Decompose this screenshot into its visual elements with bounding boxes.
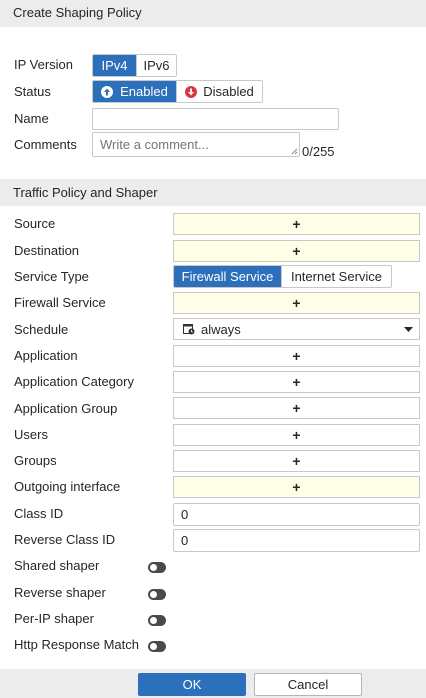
firewall-service-option[interactable]: Firewall Service [174, 266, 281, 287]
schedule-select[interactable]: always [173, 318, 420, 340]
users-label: Users [14, 427, 48, 442]
firewall-service-picker[interactable]: + [173, 292, 420, 314]
groups-label: Groups [14, 453, 57, 468]
service-type-label: Service Type [14, 269, 89, 284]
name-field[interactable] [92, 108, 339, 130]
ipv6-option[interactable]: IPv6 [136, 55, 176, 76]
status-toggle: Enabled Disabled [92, 80, 263, 103]
application-category-label: Application Category [14, 374, 134, 389]
http-response-match-toggle[interactable] [148, 641, 166, 652]
service-type-toggle: Firewall Service Internet Service [173, 265, 392, 288]
application-label: Application [14, 348, 78, 363]
source-label: Source [14, 216, 56, 231]
plus-icon: + [292, 453, 301, 469]
cancel-button[interactable]: Cancel [254, 673, 362, 696]
plus-icon: + [292, 216, 301, 232]
reverse-shaper-label: Reverse shaper [14, 585, 106, 600]
schedule-value: always [201, 321, 241, 337]
application-picker[interactable]: + [173, 345, 420, 367]
destination-label: Destination [14, 243, 80, 258]
plus-icon: + [292, 374, 301, 390]
caret-down-icon [404, 327, 413, 332]
shared-shaper-label: Shared shaper [14, 558, 100, 573]
enabled-label: Enabled [120, 84, 168, 99]
shared-shaper-toggle[interactable] [148, 562, 166, 573]
toggle-knob [150, 591, 157, 598]
disabled-label: Disabled [203, 84, 254, 99]
comment-counter: 0/255 [302, 144, 335, 159]
reverse-class-id-label: Reverse Class ID [14, 532, 116, 547]
groups-picker[interactable]: + [173, 450, 420, 472]
internet-service-option[interactable]: Internet Service [281, 266, 391, 287]
plus-icon: + [292, 348, 301, 364]
firewall-service-label: Firewall Service [14, 295, 106, 310]
ok-button[interactable]: OK [138, 673, 246, 696]
name-label: Name [14, 111, 49, 126]
comments-input[interactable] [93, 133, 299, 156]
plus-icon: + [292, 400, 301, 416]
application-group-label: Application Group [14, 401, 118, 416]
reverse-class-id-input[interactable] [174, 530, 419, 551]
destination-picker[interactable]: + [173, 240, 420, 262]
comments-field[interactable] [92, 132, 300, 157]
plus-icon: + [292, 243, 301, 259]
class-id-field[interactable] [173, 503, 420, 526]
outgoing-interface-label: Outgoing interface [14, 479, 121, 494]
name-input[interactable] [93, 109, 338, 129]
arrow-down-circle-icon [185, 85, 198, 98]
toggle-knob [150, 643, 157, 650]
ip-version-toggle: IPv4 IPv6 [92, 54, 177, 77]
traffic-section-title: Traffic Policy and Shaper [0, 179, 426, 206]
plus-icon: + [292, 427, 301, 443]
resize-handle-icon[interactable] [291, 148, 298, 155]
toggle-knob [150, 564, 157, 571]
page-title: Create Shaping Policy [0, 0, 426, 27]
schedule-label: Schedule [14, 322, 69, 337]
comments-label: Comments [14, 137, 77, 152]
users-picker[interactable]: + [173, 424, 420, 446]
status-label: Status [14, 84, 51, 99]
reverse-class-id-field[interactable] [173, 529, 420, 552]
calendar-clock-icon [183, 324, 195, 335]
per-ip-shaper-toggle[interactable] [148, 615, 166, 626]
enabled-option[interactable]: Enabled [93, 81, 176, 102]
reverse-shaper-toggle[interactable] [148, 589, 166, 600]
outgoing-interface-picker[interactable]: + [173, 476, 420, 498]
arrow-up-circle-icon [101, 85, 114, 98]
ipv4-option[interactable]: IPv4 [93, 55, 136, 76]
class-id-input[interactable] [174, 504, 419, 525]
source-picker[interactable]: + [173, 213, 420, 235]
http-response-match-label: Http Response Match [14, 637, 140, 652]
class-id-label: Class ID [14, 506, 64, 521]
disabled-option[interactable]: Disabled [176, 81, 262, 102]
plus-icon: + [292, 295, 301, 311]
application-group-picker[interactable]: + [173, 397, 420, 419]
application-category-picker[interactable]: + [173, 371, 420, 393]
plus-icon: + [292, 479, 301, 495]
per-ip-shaper-label: Per-IP shaper [14, 611, 94, 626]
toggle-knob [150, 617, 157, 624]
ip-version-label: IP Version [14, 57, 74, 72]
